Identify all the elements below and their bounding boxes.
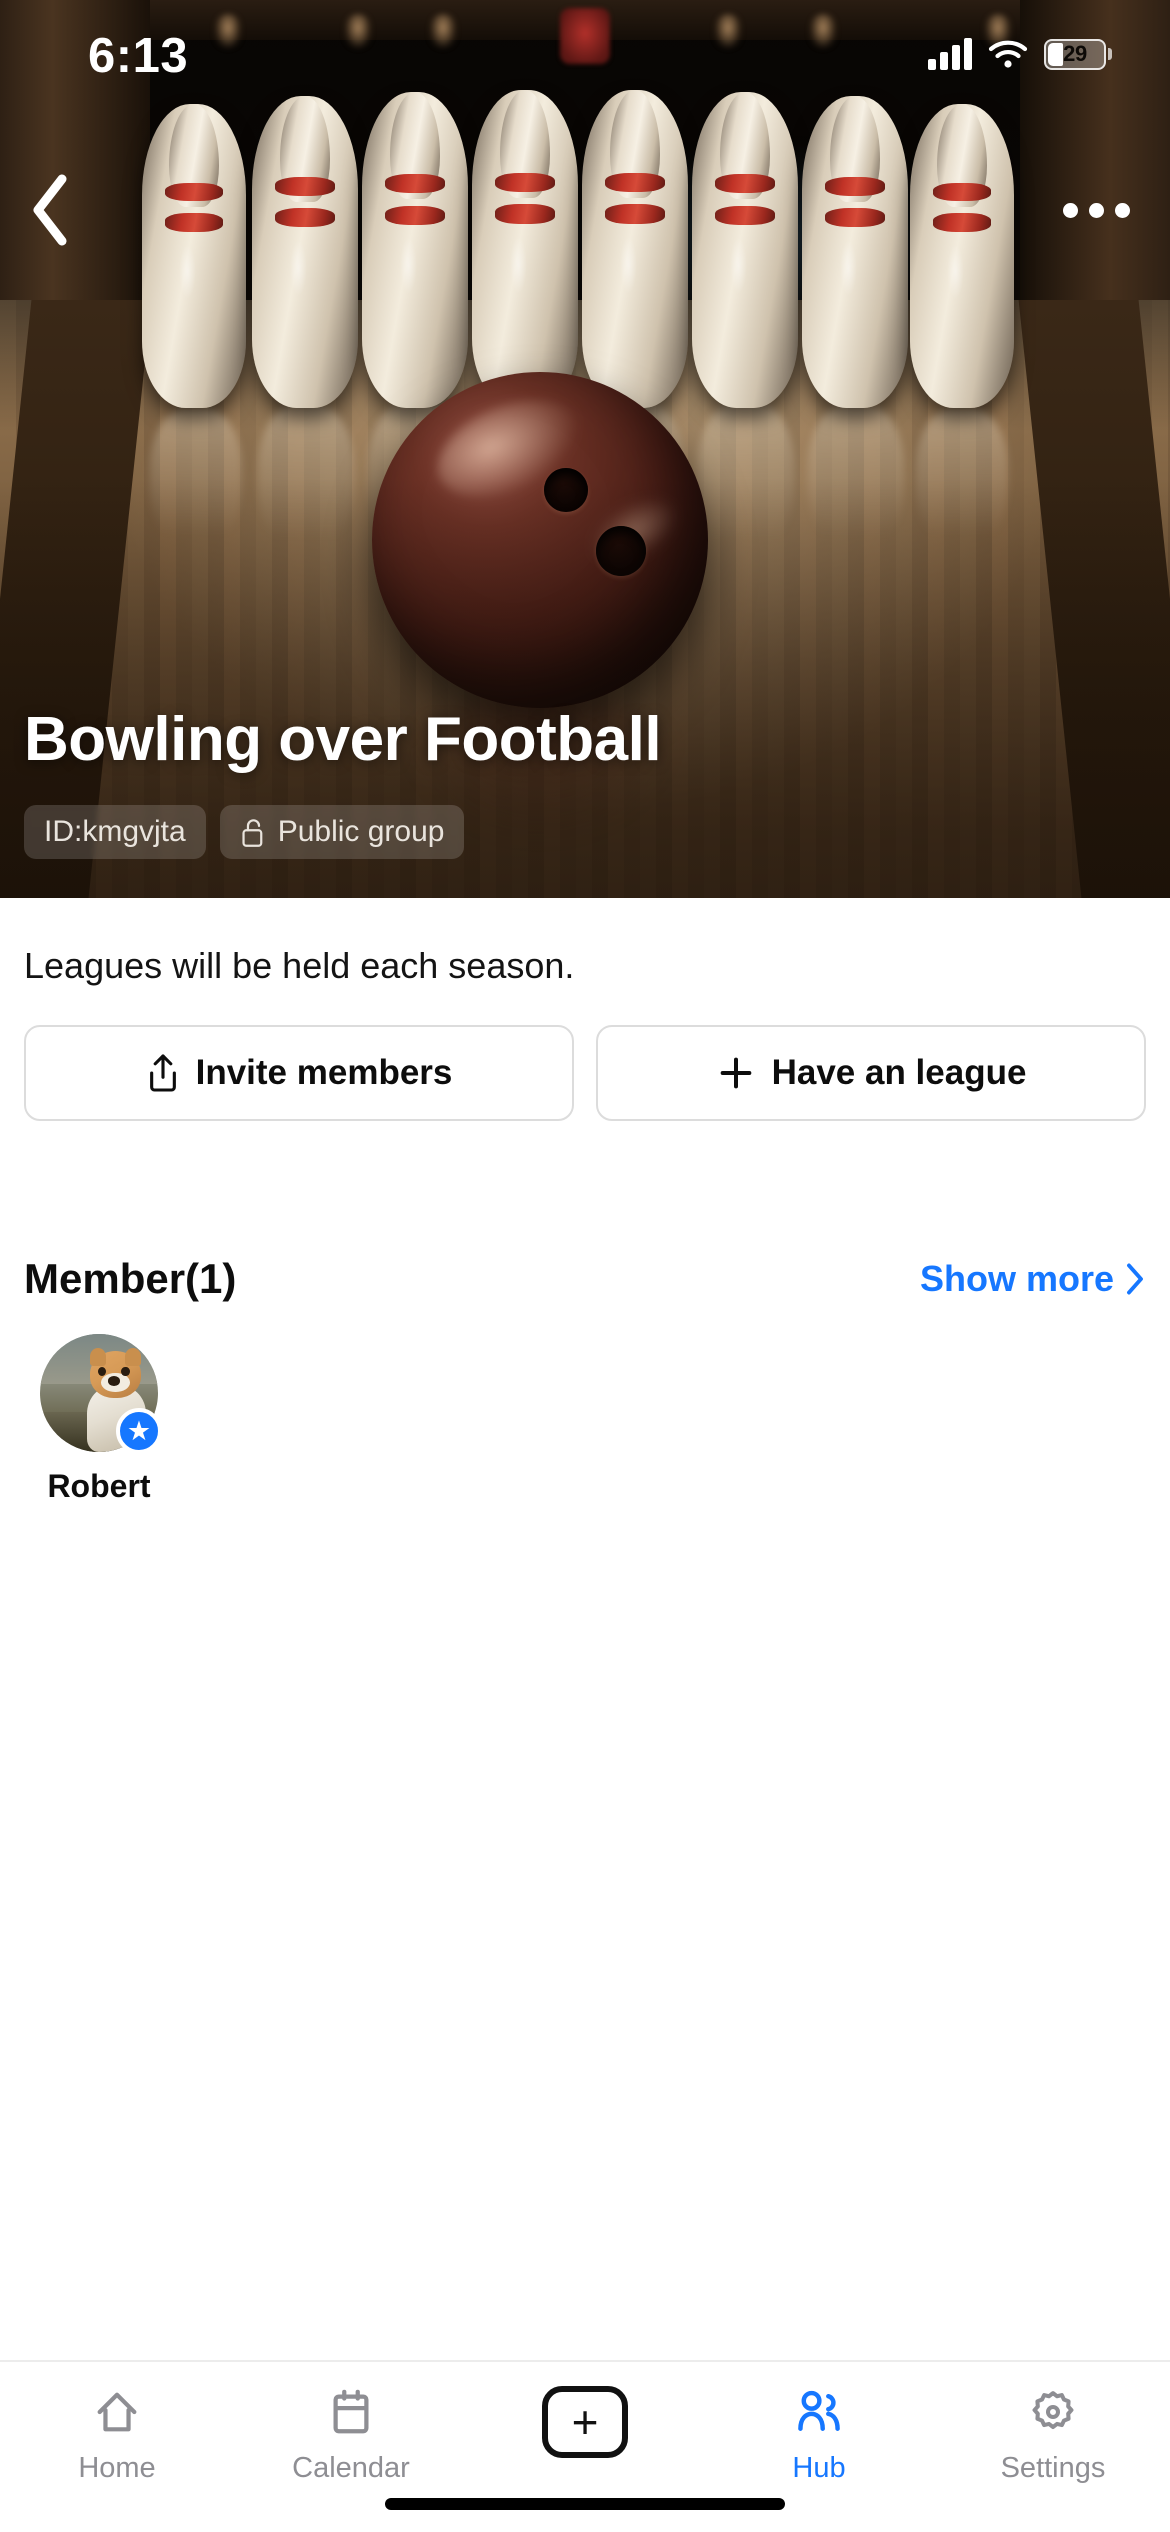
battery-fill (1048, 42, 1064, 66)
tab-settings-label: Settings (1000, 2452, 1106, 2484)
home-icon (89, 2384, 145, 2440)
tab-home[interactable]: Home (0, 2362, 234, 2532)
battery-icon: 29 (1044, 38, 1106, 70)
have-an-league-label: Have an league (771, 1053, 1027, 1092)
group-title: Bowling over Football (24, 705, 662, 774)
tab-hub-label: Hub (792, 2452, 846, 2484)
chevron-right-icon (1127, 1263, 1143, 1295)
group-hero-banner: Bowling over Football ID:kmgvjta Public … (0, 0, 1170, 898)
more-dot (1114, 202, 1130, 218)
plus-create-icon: + (542, 2386, 628, 2458)
members-section-header: Member(1) Show more (24, 1255, 1146, 1303)
invite-members-label: Invite members (195, 1053, 453, 1092)
people-icon (791, 2384, 847, 2440)
group-visibility-label: Public group (277, 815, 445, 848)
group-description: Leagues will be held each season. (24, 945, 575, 986)
more-options-button[interactable] (1058, 182, 1134, 238)
group-visibility-badge: Public group (219, 805, 465, 859)
members-list: ★ Robert (24, 1334, 174, 1505)
back-button[interactable] (6, 172, 94, 248)
member-avatar-wrap: ★ (40, 1334, 162, 1454)
bowling-pin (692, 92, 798, 408)
battery-percent-label: 29 (1063, 41, 1087, 66)
gear-icon (1025, 2384, 1081, 2440)
status-bar-time: 6:13 (88, 29, 189, 83)
calendar-icon (323, 2384, 379, 2440)
battery-cap (1108, 48, 1112, 60)
bowling-pin (582, 90, 688, 408)
plus-icon (720, 1057, 751, 1089)
status-bar-indicators: 29 (928, 38, 1112, 70)
have-an-league-button[interactable]: Have an league (596, 1025, 1146, 1121)
more-dot (1088, 202, 1104, 218)
invite-members-button[interactable]: Invite members (24, 1025, 574, 1121)
group-id-label: ID:kmgvjta (44, 815, 186, 848)
tab-settings[interactable]: Settings (936, 2362, 1170, 2532)
members-title: Member(1) (24, 1255, 237, 1302)
bowling-pin (142, 104, 246, 408)
home-indicator[interactable] (385, 2498, 785, 2510)
bowling-pin (362, 92, 468, 408)
bowling-pin (252, 96, 358, 408)
star-badge-icon: ★ (116, 1408, 162, 1454)
bowling-pin (910, 104, 1014, 408)
more-dot (1062, 202, 1078, 218)
share-icon (149, 1054, 176, 1092)
group-badges: ID:kmgvjta Public group (24, 805, 465, 859)
bowling-pin (472, 90, 578, 408)
bowling-pin (802, 96, 908, 408)
wifi-icon (988, 40, 1028, 68)
tab-calendar-label: Calendar (292, 2452, 410, 2484)
signal-bars-icon (928, 38, 972, 70)
unlock-icon (242, 818, 263, 847)
member-name: Robert (47, 1468, 151, 1504)
tab-home-label: Home (78, 2452, 156, 2484)
chevron-left-icon (33, 174, 67, 246)
app-screen: Bowling over Football ID:kmgvjta Public … (0, 0, 1170, 2532)
member-item[interactable]: ★ Robert (24, 1334, 174, 1505)
group-id-badge: ID:kmgvjta (24, 805, 206, 859)
show-more-label: Show more (919, 1258, 1114, 1299)
status-bar: 6:13 29 (0, 0, 1170, 108)
show-more-members-button[interactable]: Show more (920, 1258, 1146, 1300)
group-action-buttons: Invite members Have an league (24, 1025, 1146, 1121)
